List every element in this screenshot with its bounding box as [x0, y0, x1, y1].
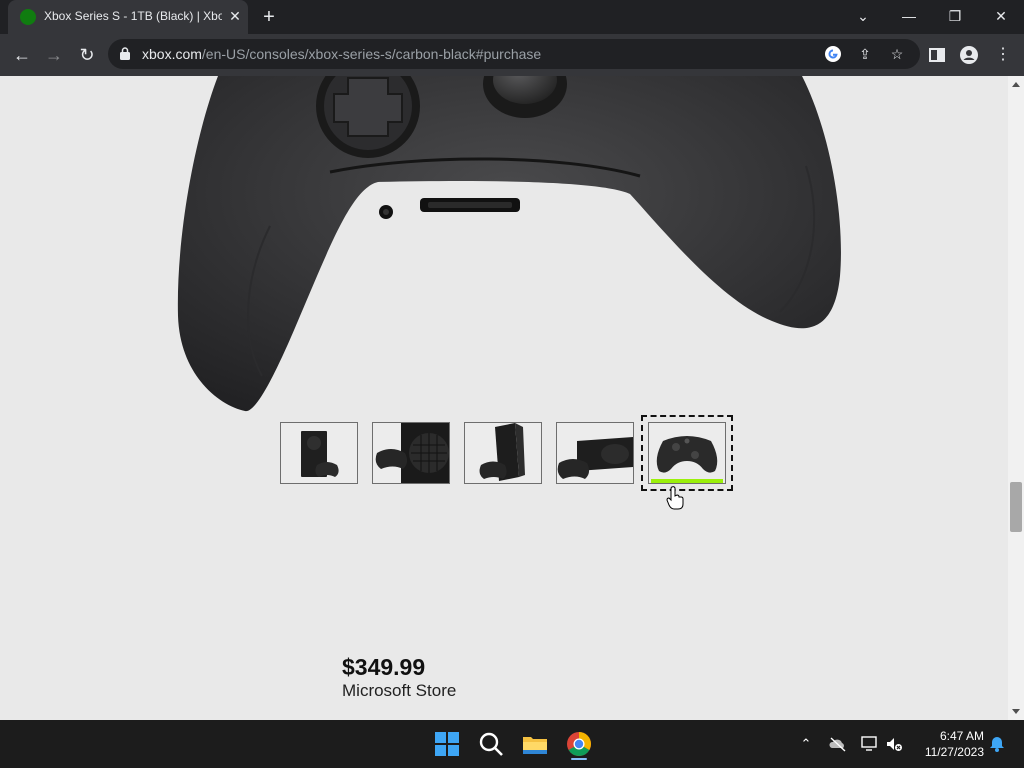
product-hero-image — [177, 76, 841, 412]
share-icon[interactable]: ⇪ — [856, 45, 874, 63]
url-path: /en-US/consoles/xbox-series-s/carbon-bla… — [201, 46, 542, 62]
console-front-thumbnail-image — [301, 431, 339, 477]
browser-toolbar: ← → ↻ xbox.com/en-US/consoles/xbox-serie… — [0, 34, 1024, 76]
tab-title: Xbox Series S - 1TB (Black) | Xbox — [44, 9, 222, 23]
scroll-up-arrow-icon[interactable] — [1012, 82, 1020, 87]
notification-bell-icon[interactable] — [987, 734, 1007, 754]
profile-icon[interactable] — [958, 44, 980, 66]
volume-muted-icon[interactable] — [884, 734, 904, 754]
close-tab-icon[interactable]: ✕ — [226, 7, 244, 25]
thumbnail-3[interactable] — [464, 422, 542, 484]
taskbar: ⌃ 6:47 AM 11/27/2023 — [0, 720, 1024, 768]
show-hidden-icons-chevron-icon[interactable]: ⌃ — [796, 734, 816, 754]
menu-kebab-icon[interactable]: ⋮ — [992, 44, 1014, 66]
tab-xbox[interactable]: Xbox Series S - 1TB (Black) | Xbox ✕ — [8, 0, 248, 34]
console-horizontal-thumbnail-image — [557, 437, 633, 479]
scrollbar-thumb[interactable] — [1010, 482, 1022, 532]
onedrive-icon[interactable] — [828, 734, 848, 754]
windows-start-icon[interactable] — [431, 728, 463, 760]
google-lens-icon[interactable] — [824, 45, 842, 63]
seller-name: Microsoft Store — [342, 681, 457, 700]
new-tab-icon[interactable]: + — [258, 6, 280, 28]
scroll-down-arrow-icon[interactable] — [1012, 709, 1020, 714]
reload-icon[interactable]: ↻ — [75, 43, 99, 67]
side-panel-icon[interactable] — [926, 44, 948, 66]
console-side-thumbnail-image — [375, 423, 449, 483]
forward-icon[interactable]: → — [42, 43, 66, 67]
close-window-icon[interactable]: ✕ — [989, 4, 1013, 28]
product-price: $349.99 — [342, 654, 426, 680]
file-explorer-icon[interactable] — [519, 728, 551, 760]
controller-thumbnail-image — [656, 436, 718, 473]
selected-indicator — [651, 479, 723, 483]
bookmark-star-icon[interactable]: ☆ — [888, 45, 906, 63]
page-content: $349.99 Microsoft Store — [0, 76, 1008, 720]
thumbnail-4[interactable] — [556, 422, 634, 484]
address-bar[interactable]: xbox.com/en-US/consoles/xbox-series-s/ca… — [108, 39, 920, 69]
page-scrollbar[interactable] — [1008, 76, 1024, 720]
console-standing-thumbnail-image — [479, 423, 525, 481]
url-host: xbox.com — [142, 46, 202, 62]
minimize-icon[interactable]: — — [897, 4, 921, 28]
thumbnail-2[interactable] — [372, 422, 450, 484]
tab-strip: Xbox Series S - 1TB (Black) | Xbox ✕ + ⌄… — [0, 0, 1024, 34]
system-clock[interactable]: 6:47 AM 11/27/2023 — [910, 728, 984, 760]
back-icon[interactable]: ← — [10, 43, 34, 67]
restore-icon[interactable]: ❐ — [943, 4, 967, 28]
xbox-favicon-icon — [20, 9, 36, 25]
clock-time: 6:47 AM — [939, 729, 984, 743]
clock-date: 11/27/2023 — [924, 745, 984, 759]
chrome-icon[interactable] — [563, 728, 595, 760]
search-icon[interactable] — [475, 728, 507, 760]
network-icon[interactable] — [860, 734, 880, 754]
lock-icon[interactable] — [120, 47, 130, 60]
url-text[interactable]: xbox.com/en-US/consoles/xbox-series-s/ca… — [142, 46, 541, 62]
hand-cursor-icon — [666, 486, 684, 510]
thumbnail-5[interactable] — [641, 415, 733, 491]
thumbnail-1[interactable] — [280, 422, 358, 484]
tab-search-chevron-icon[interactable]: ⌄ — [851, 4, 875, 28]
